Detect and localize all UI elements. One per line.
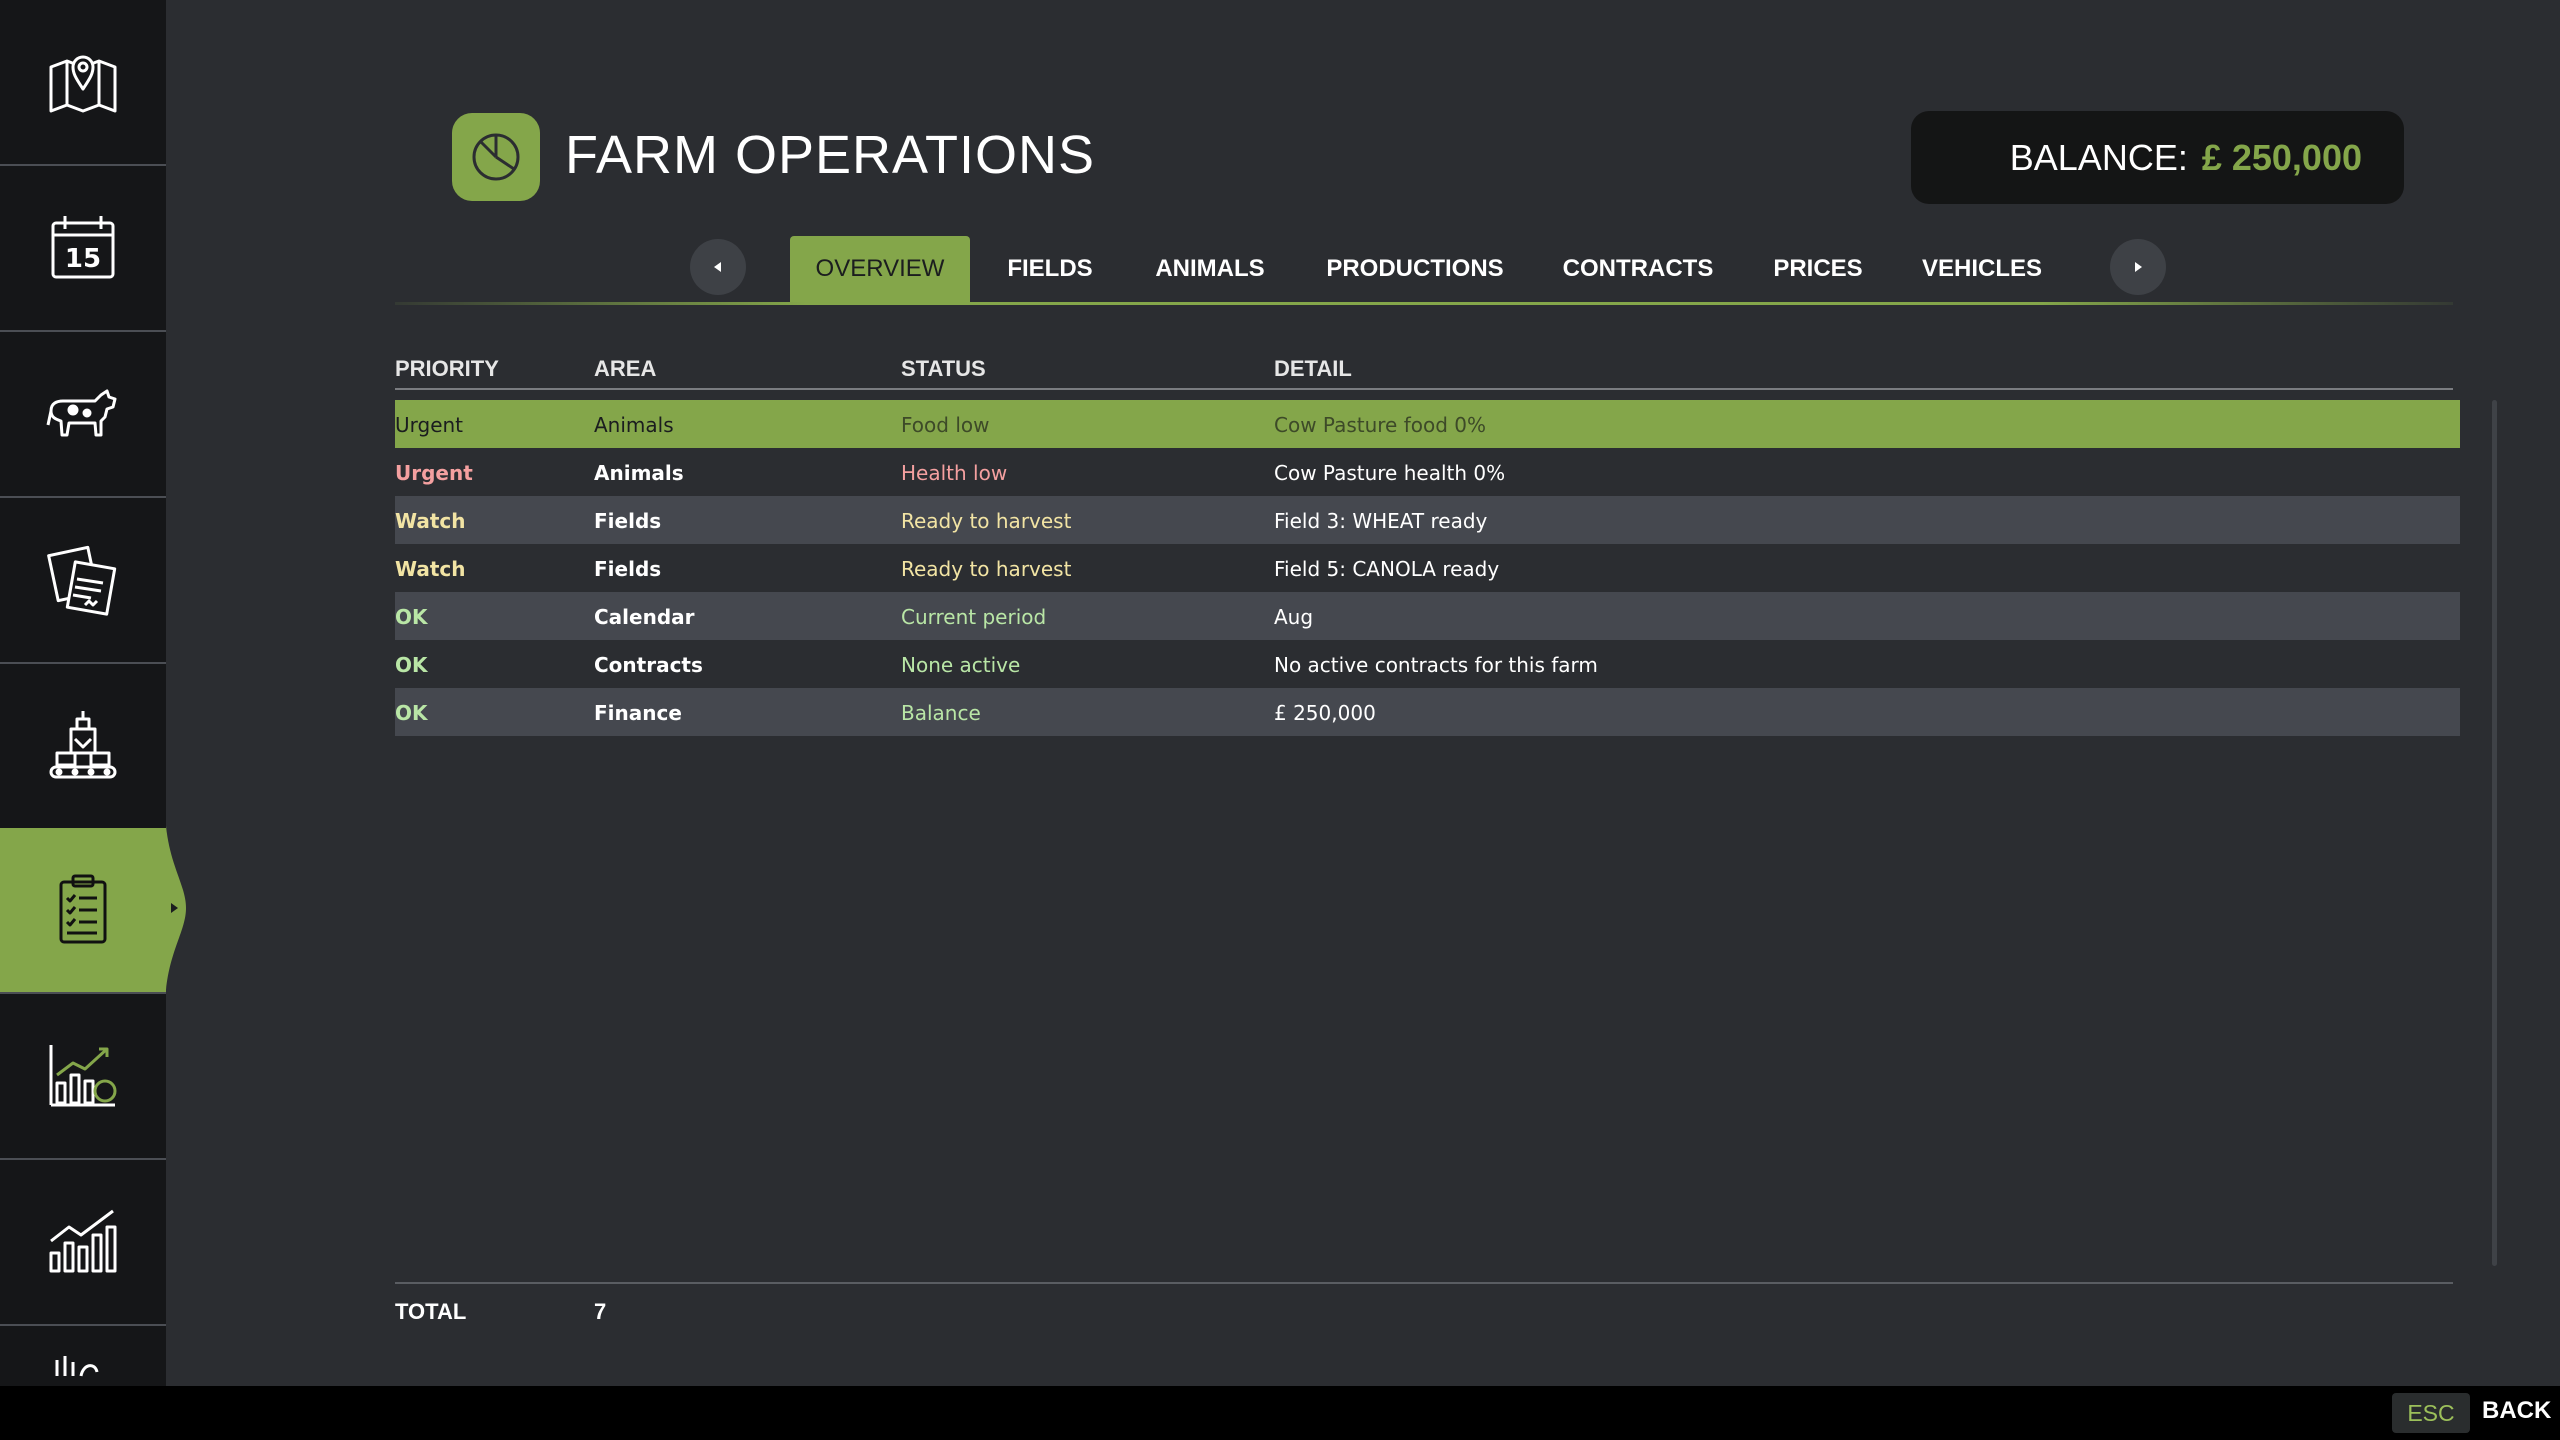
calendar-day: 15	[65, 244, 101, 274]
bottom-bar	[0, 1386, 2560, 1440]
pie-chart-icon	[472, 133, 520, 181]
table-row[interactable]: OK Finance Balance £ 250,000	[395, 688, 2460, 736]
table-row[interactable]: OK Calendar Current period Aug	[395, 592, 2460, 640]
sidebar-item-statistics[interactable]	[0, 1160, 166, 1322]
sidebar: 15	[0, 0, 166, 1386]
cell-area: Finance	[594, 701, 682, 725]
cell-priority: OK	[395, 701, 428, 725]
cell-detail: Cow Pasture food 0%	[1274, 413, 1487, 437]
cell-area: Fields	[594, 557, 662, 581]
cell-detail: Field 3: WHEAT ready	[1274, 509, 1488, 533]
statistics-chart-icon	[49, 1209, 117, 1273]
cell-priority: Urgent	[395, 413, 464, 437]
cell-status: Food low	[901, 413, 990, 437]
tab-prices[interactable]: PRICES	[1768, 236, 1868, 302]
chevron-left-icon	[714, 262, 721, 272]
table-row[interactable]: OK Contracts None active No active contr…	[395, 640, 2460, 688]
contracts-icon	[47, 545, 117, 616]
tab-productions[interactable]: PRODUCTIONS	[1318, 236, 1512, 302]
cell-status: Balance	[901, 701, 981, 725]
tabs-underline	[395, 302, 2453, 305]
tab-contracts[interactable]: CONTRACTS	[1556, 236, 1720, 302]
cell-area: Animals	[594, 461, 684, 485]
sidebar-item-map[interactable]	[0, 0, 166, 162]
tab-fields[interactable]: FIELDS	[996, 236, 1104, 302]
sidebar-item-animals[interactable]	[0, 332, 166, 494]
sidebar-item-calendar[interactable]: 15	[0, 166, 166, 328]
total-value: 7	[594, 1299, 607, 1324]
clipboard-checklist-icon	[59, 874, 107, 944]
cell-detail: Field 5: CANOLA ready	[1274, 557, 1500, 581]
map-icon	[49, 55, 117, 113]
cell-area: Fields	[594, 509, 662, 533]
table-row[interactable]: Watch Fields Ready to harvest Field 5: C…	[395, 544, 2460, 592]
sidebar-item-overview[interactable]	[0, 828, 166, 992]
cell-area: Calendar	[594, 605, 695, 629]
cell-detail: £ 250,000	[1274, 701, 1376, 725]
balance-label: BALANCE:	[2009, 136, 2188, 178]
cell-priority: OK	[395, 605, 428, 629]
page-title: FARM OPERATIONS	[565, 125, 1096, 185]
sidebar-item-production[interactable]	[0, 664, 166, 826]
finance-chart-icon	[49, 1045, 117, 1107]
balance-display: BALANCE: £ 250,000	[1911, 111, 2404, 204]
sidebar-item-finances[interactable]	[0, 994, 166, 1156]
chevron-right-icon	[2135, 262, 2142, 272]
esc-key-hint[interactable]: ESC	[2392, 1393, 2470, 1433]
cell-status: Health low	[901, 461, 1008, 485]
cell-priority: Watch	[395, 509, 466, 533]
column-header-detail[interactable]: DETAIL	[1274, 356, 1352, 382]
cell-status: Current period	[901, 605, 1047, 629]
cell-area: Contracts	[594, 653, 703, 677]
cell-priority: Urgent	[395, 461, 473, 485]
footer-divider	[395, 1282, 2453, 1284]
column-header-status[interactable]: STATUS	[901, 356, 986, 382]
active-indicator	[166, 826, 186, 990]
cell-detail: No active contracts for this farm	[1274, 653, 1598, 677]
table-scrollbar[interactable]	[2492, 400, 2497, 1266]
tab-prev-button[interactable]	[690, 239, 746, 295]
sidebar-item-more[interactable]	[0, 1326, 166, 1386]
cell-status: Ready to harvest	[901, 557, 1072, 581]
production-icon	[49, 711, 117, 779]
column-header-priority[interactable]: PRIORITY	[395, 356, 499, 382]
tab-animals[interactable]: ANIMALS	[1148, 236, 1272, 302]
cell-priority: Watch	[395, 557, 466, 581]
balance-value: £ 250,000	[2201, 136, 2362, 178]
partial-icon	[55, 1356, 99, 1377]
cell-area: Animals	[594, 413, 674, 437]
table-row[interactable]: Watch Fields Ready to harvest Field 3: W…	[395, 496, 2460, 544]
column-header-area[interactable]: AREA	[594, 356, 656, 382]
page-icon	[452, 113, 540, 201]
table-row[interactable]: Urgent Animals Food low Cow Pasture food…	[395, 400, 2460, 448]
sidebar-item-contracts[interactable]	[0, 498, 166, 660]
cell-priority: OK	[395, 653, 428, 677]
total-label: TOTAL	[395, 1299, 467, 1324]
back-button[interactable]: BACK	[2482, 1397, 2551, 1425]
tab-vehicles[interactable]: VEHICLES	[1916, 236, 2048, 302]
tab-next-button[interactable]	[2110, 239, 2166, 295]
cell-detail: Aug	[1274, 605, 1314, 629]
cow-icon	[46, 389, 117, 437]
cell-status: Ready to harvest	[901, 509, 1072, 533]
tab-overview[interactable]: OVERVIEW	[790, 236, 970, 302]
cell-status: None active	[901, 653, 1021, 677]
table-row[interactable]: Urgent Animals Health low Cow Pasture he…	[395, 448, 2460, 496]
cell-detail: Cow Pasture health 0%	[1274, 461, 1506, 485]
calendar-icon: 15	[51, 216, 115, 279]
header-divider	[395, 388, 2453, 390]
